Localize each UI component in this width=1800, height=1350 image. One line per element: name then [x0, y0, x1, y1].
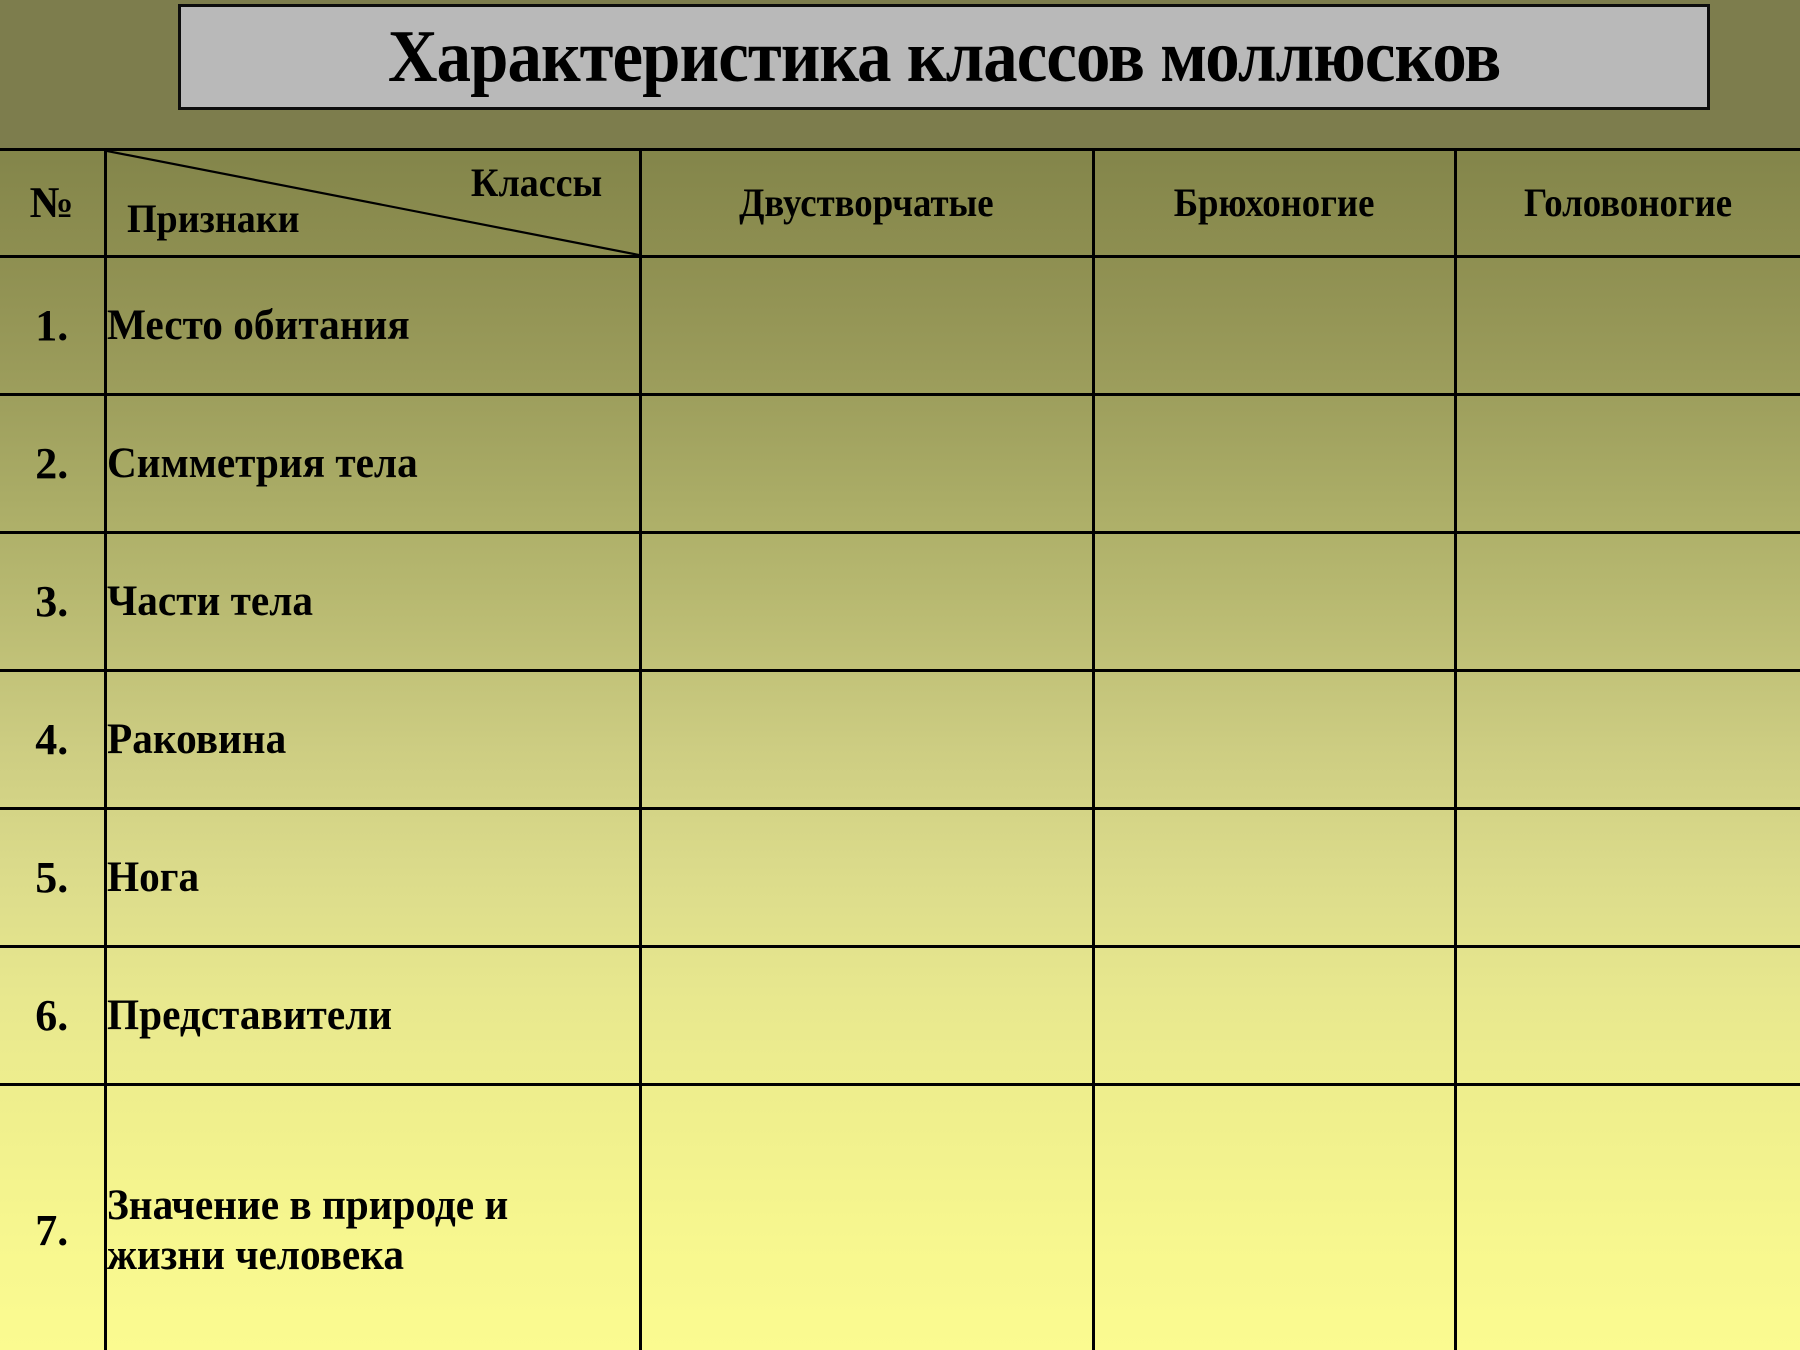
- mollusk-characteristics-table: № Классы Признаки Двустворчатые Брюхоног…: [0, 148, 1800, 1350]
- row-number: 6.: [0, 945, 107, 1086]
- cell-gastropoda[interactable]: [1093, 393, 1457, 534]
- header-label-bivalvia: Двустворчатые: [739, 180, 994, 225]
- feature-text: Раковина: [106, 715, 286, 763]
- cell-bivalvia[interactable]: [640, 669, 1095, 810]
- cell-cephalopoda[interactable]: [1455, 531, 1800, 672]
- feature-text: Симметрия тела: [106, 439, 418, 487]
- row-number: 7.: [0, 1083, 107, 1350]
- header-cell-cephalopoda: Головоногие: [1455, 148, 1800, 258]
- cell-bivalvia[interactable]: [640, 393, 1095, 534]
- page-title: Характеристика классов моллюсков: [387, 16, 1501, 98]
- row-feature-label: Симметрия тела: [105, 393, 642, 534]
- cell-gastropoda[interactable]: [1093, 669, 1457, 810]
- cell-bivalvia[interactable]: [640, 531, 1095, 672]
- cell-cephalopoda[interactable]: [1455, 1083, 1800, 1350]
- cell-cephalopoda[interactable]: [1455, 807, 1800, 948]
- table-row: 7. Значение в природе и жизни человека: [0, 1083, 1800, 1350]
- row-feature-label: Части тела: [105, 531, 642, 672]
- cell-gastropoda[interactable]: [1093, 1083, 1457, 1350]
- header-label-classes: Классы: [471, 160, 603, 205]
- table-header-row: № Классы Признаки Двустворчатые Брюхоног…: [0, 148, 1800, 258]
- feature-text: Представители: [106, 991, 392, 1039]
- cell-bivalvia[interactable]: [640, 807, 1095, 948]
- cell-gastropoda[interactable]: [1093, 255, 1457, 396]
- slide-canvas: Характеристика классов моллюсков № Класс…: [0, 0, 1800, 1350]
- table-row: 5. Нога: [0, 807, 1800, 948]
- table-row: 4. Раковина: [0, 669, 1800, 810]
- header-cell-number: №: [0, 148, 107, 258]
- row-feature-label: Представители: [105, 945, 642, 1086]
- row-number: 2.: [0, 393, 107, 534]
- cell-cephalopoda[interactable]: [1455, 255, 1800, 396]
- row-feature-label: Раковина: [105, 669, 642, 810]
- feature-text: Нога: [106, 853, 199, 901]
- table-container: № Классы Признаки Двустворчатые Брюхоног…: [0, 148, 1800, 1350]
- feature-text: Значение в природе и жизни человека: [106, 1182, 508, 1279]
- table-row: 3. Части тела: [0, 531, 1800, 672]
- slide-title-box: Характеристика классов моллюсков: [178, 4, 1710, 110]
- header-label-features: Признаки: [126, 196, 300, 241]
- row-number: 4.: [0, 669, 107, 810]
- table-row: 2. Симметрия тела: [0, 393, 1800, 534]
- header-label-cephalopoda: Головоногие: [1524, 180, 1733, 225]
- table-row: 1. Место обитания: [0, 255, 1800, 396]
- cell-cephalopoda[interactable]: [1455, 393, 1800, 534]
- header-label-gastropoda: Брюхоногие: [1173, 180, 1375, 225]
- header-cell-bivalvia: Двустворчатые: [640, 148, 1095, 258]
- cell-gastropoda[interactable]: [1093, 531, 1457, 672]
- cell-gastropoda[interactable]: [1093, 807, 1457, 948]
- cell-bivalvia[interactable]: [640, 945, 1095, 1086]
- feature-text: Место обитания: [106, 301, 410, 349]
- row-number: 3.: [0, 531, 107, 672]
- number-symbol: №: [29, 178, 74, 227]
- feature-text: Части тела: [106, 577, 313, 625]
- header-cell-gastropoda: Брюхоногие: [1093, 148, 1457, 258]
- row-number: 5.: [0, 807, 107, 948]
- row-feature-label: Нога: [105, 807, 642, 948]
- header-cell-split-corner: Классы Признаки: [105, 148, 642, 258]
- cell-cephalopoda[interactable]: [1455, 669, 1800, 810]
- row-feature-label: Значение в природе и жизни человека: [105, 1083, 642, 1350]
- row-feature-label: Место обитания: [105, 255, 642, 396]
- cell-gastropoda[interactable]: [1093, 945, 1457, 1086]
- cell-bivalvia[interactable]: [640, 1083, 1095, 1350]
- cell-bivalvia[interactable]: [640, 255, 1095, 396]
- table-row: 6. Представители: [0, 945, 1800, 1086]
- cell-cephalopoda[interactable]: [1455, 945, 1800, 1086]
- row-number: 1.: [0, 255, 107, 396]
